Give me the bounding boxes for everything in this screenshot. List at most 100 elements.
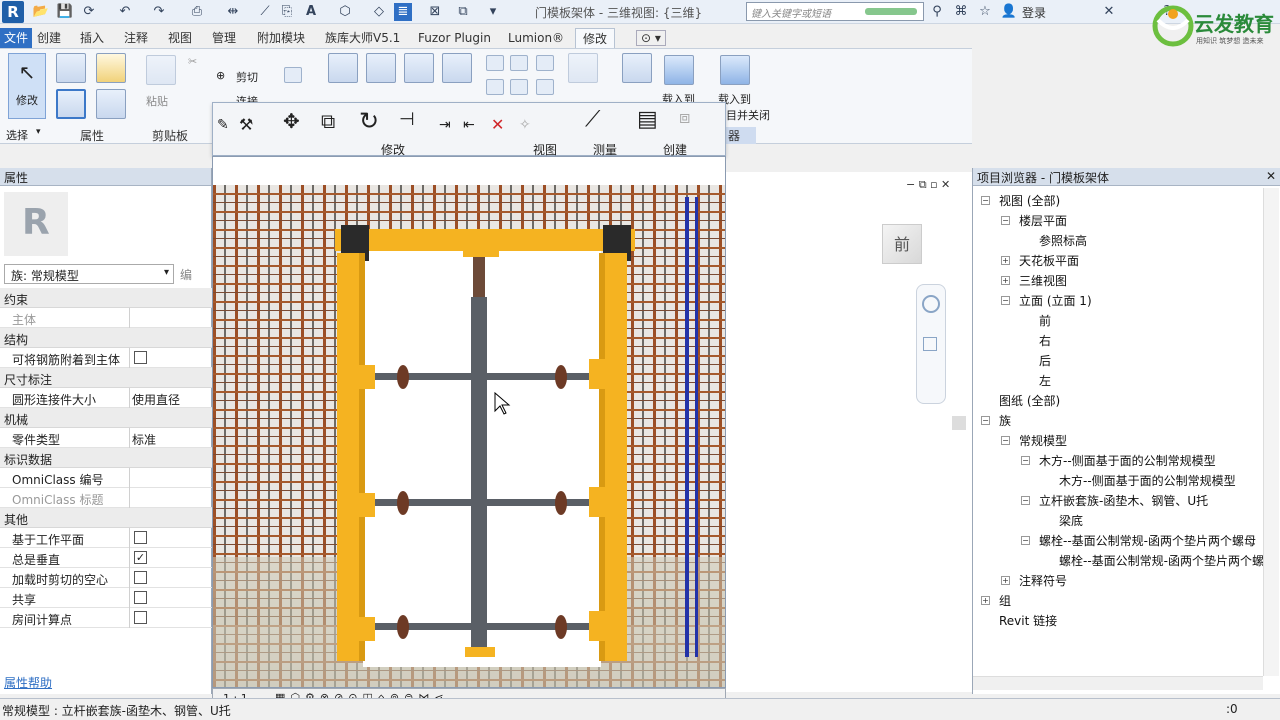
rotate-icon[interactable]: ↻ [359, 107, 379, 135]
window-controls[interactable]: − ⧉ ▫ ✕ [906, 178, 950, 192]
subscription-icon[interactable]: ⌘ [952, 3, 970, 21]
customize-qat-icon[interactable]: ▾ [484, 3, 502, 21]
create-group-icon[interactable]: ⧈ [679, 107, 690, 128]
tree-toggle-icon[interactable]: − [981, 416, 990, 425]
3d-view-icon[interactable]: ⬡ [336, 3, 354, 21]
dimension-measure-icon[interactable] [568, 53, 598, 83]
browser-node[interactable]: 后 [1021, 352, 1051, 369]
browser-node[interactable]: + 天花板平面 [1001, 252, 1079, 269]
binoculars-icon[interactable]: ⚲ [928, 3, 946, 21]
tree-toggle-icon[interactable]: − [1021, 536, 1030, 545]
offset-icon[interactable] [366, 53, 396, 83]
browser-node[interactable]: − 族 [981, 412, 1011, 429]
family-types-icon[interactable] [56, 89, 86, 119]
type-properties-icon[interactable] [96, 53, 126, 83]
type-selector[interactable]: 族: 常规模型 ▾ [4, 264, 174, 284]
align-icon[interactable] [328, 53, 358, 83]
tree-toggle-icon[interactable]: + [981, 596, 990, 605]
favorite-icon[interactable]: ☆ [976, 3, 994, 21]
browser-node[interactable]: − 视图 (全部) [981, 192, 1060, 209]
modify-button[interactable]: ↖ 修改 [8, 53, 46, 119]
user-icon[interactable]: 👤 [1000, 3, 1018, 21]
exchange-icon[interactable]: ✕ [1100, 3, 1118, 21]
category-constraints[interactable]: 约束 [0, 288, 212, 308]
paste-icon[interactable] [146, 55, 176, 85]
mirror-draw-icon[interactable] [442, 53, 472, 83]
tab-lumion[interactable]: Lumion® [508, 28, 564, 48]
steering-wheel-icon[interactable] [922, 295, 940, 313]
browser-node[interactable]: 右 [1021, 332, 1051, 349]
browser-node[interactable]: + 组 [981, 592, 1011, 609]
load-into-project-icon[interactable] [664, 55, 694, 85]
split-icon[interactable]: ⇥ [439, 117, 451, 133]
close-browser-icon[interactable]: ✕ [1266, 169, 1276, 183]
tree-toggle-icon[interactable]: − [1021, 496, 1030, 505]
tab-modify[interactable]: 修改 [575, 28, 616, 48]
browser-node[interactable]: 前 [1021, 312, 1051, 329]
category-structure[interactable]: 结构 [0, 328, 212, 348]
browser-node[interactable]: Revit 链接 [981, 612, 1057, 629]
tab-annotate[interactable]: 注释 [124, 28, 148, 48]
scrollbar-thumb[interactable] [952, 416, 966, 430]
room-calc-checkbox[interactable] [134, 611, 147, 624]
browser-node[interactable]: − 立面 (立面 1) [1001, 292, 1092, 309]
part-type-value[interactable]: 标准 [132, 431, 156, 448]
tree-toggle-icon[interactable]: + [1001, 276, 1010, 285]
work-plane-checkbox[interactable] [134, 531, 147, 544]
edit-type-button[interactable]: 编 [180, 266, 192, 283]
browser-node[interactable]: − 螺栓--基面公制常规-函两个垫片两个螺母 [1021, 532, 1256, 549]
select-dropdown[interactable]: 选择 [6, 127, 28, 143]
horizontal-scrollbar[interactable] [973, 676, 1263, 690]
browser-node[interactable]: − 木方--侧面基于面的公制常规模型 [1021, 452, 1216, 469]
browser-node[interactable]: − 立杆嵌套族-函垫木、钢管、U托 [1021, 492, 1208, 509]
tab-addins[interactable]: 附加模块 [257, 28, 305, 48]
revit-logo-icon[interactable]: R [2, 1, 24, 23]
tab-file[interactable]: 文件 [0, 28, 33, 48]
browser-node[interactable]: 图纸 (全部) [981, 392, 1060, 409]
properties-help-link[interactable]: 属性帮助 [4, 674, 52, 691]
copy-icon[interactable]: ⧉ [321, 109, 335, 133]
move-small-icon[interactable] [486, 55, 504, 71]
tab-fuzor[interactable]: Fuzor Plugin [418, 28, 491, 48]
switch-windows-icon[interactable]: ⧉ [454, 3, 472, 21]
section-icon[interactable]: ◇ [370, 3, 388, 21]
always-vertical-checkbox[interactable]: ✓ [134, 551, 147, 564]
tab-overflow-button[interactable]: ⊙ ▾ [636, 30, 666, 46]
void-icon[interactable] [284, 67, 302, 83]
viewcube[interactable]: 前 [882, 224, 922, 264]
close-hidden-icon[interactable]: ⊠ [426, 3, 444, 21]
browser-node[interactable]: 参照标高 [1021, 232, 1087, 249]
category-dimensions[interactable]: 尺寸标注 [0, 368, 212, 388]
hide-icon[interactable]: ✧ [519, 117, 531, 133]
text-icon[interactable]: A [302, 3, 320, 21]
3d-viewport[interactable] [212, 156, 726, 688]
browser-node[interactable]: + 三维视图 [1001, 272, 1067, 289]
tree-toggle-icon[interactable]: − [1001, 436, 1010, 445]
create-form-icon[interactable] [622, 53, 652, 83]
category-identity[interactable]: 标识数据 [0, 448, 212, 468]
rebar-attach-checkbox[interactable] [134, 351, 147, 364]
browser-node[interactable]: 左 [1021, 372, 1051, 389]
category-other[interactable]: 其他 [0, 508, 212, 528]
delete-small-icon[interactable] [536, 55, 554, 71]
tab-insert[interactable]: 插入 [80, 28, 104, 48]
category-mechanical[interactable]: 机械 [0, 408, 212, 428]
tree-toggle-icon[interactable]: − [981, 196, 990, 205]
tree-toggle-icon[interactable]: − [1001, 296, 1010, 305]
shared-checkbox[interactable] [134, 591, 147, 604]
tree-toggle-icon[interactable]: − [1001, 216, 1010, 225]
paste-label[interactable]: 粘贴 [146, 93, 168, 109]
browser-node[interactable]: 木方--侧面基于面的公制常规模型 [1041, 472, 1236, 489]
zoom-icon[interactable] [923, 337, 937, 351]
browser-node[interactable]: 螺栓--基面公制常规-函两个垫片两个螺母 [1041, 552, 1276, 569]
select-chevron-icon[interactable]: ▾ [36, 127, 41, 137]
browser-node[interactable]: + 注释符号 [1001, 572, 1067, 589]
tab-create[interactable]: 创建 [37, 28, 61, 48]
tab-family-library[interactable]: 族库大师V5.1 [325, 28, 400, 48]
browser-node[interactable]: 梁底 [1041, 512, 1083, 529]
properties-icon[interactable] [56, 53, 86, 83]
sync-icon[interactable]: ⟳ [80, 3, 98, 21]
trim-icon[interactable]: ⊣ [399, 109, 415, 130]
array-small-icon[interactable] [486, 79, 504, 95]
tree-toggle-icon[interactable]: + [1001, 576, 1010, 585]
